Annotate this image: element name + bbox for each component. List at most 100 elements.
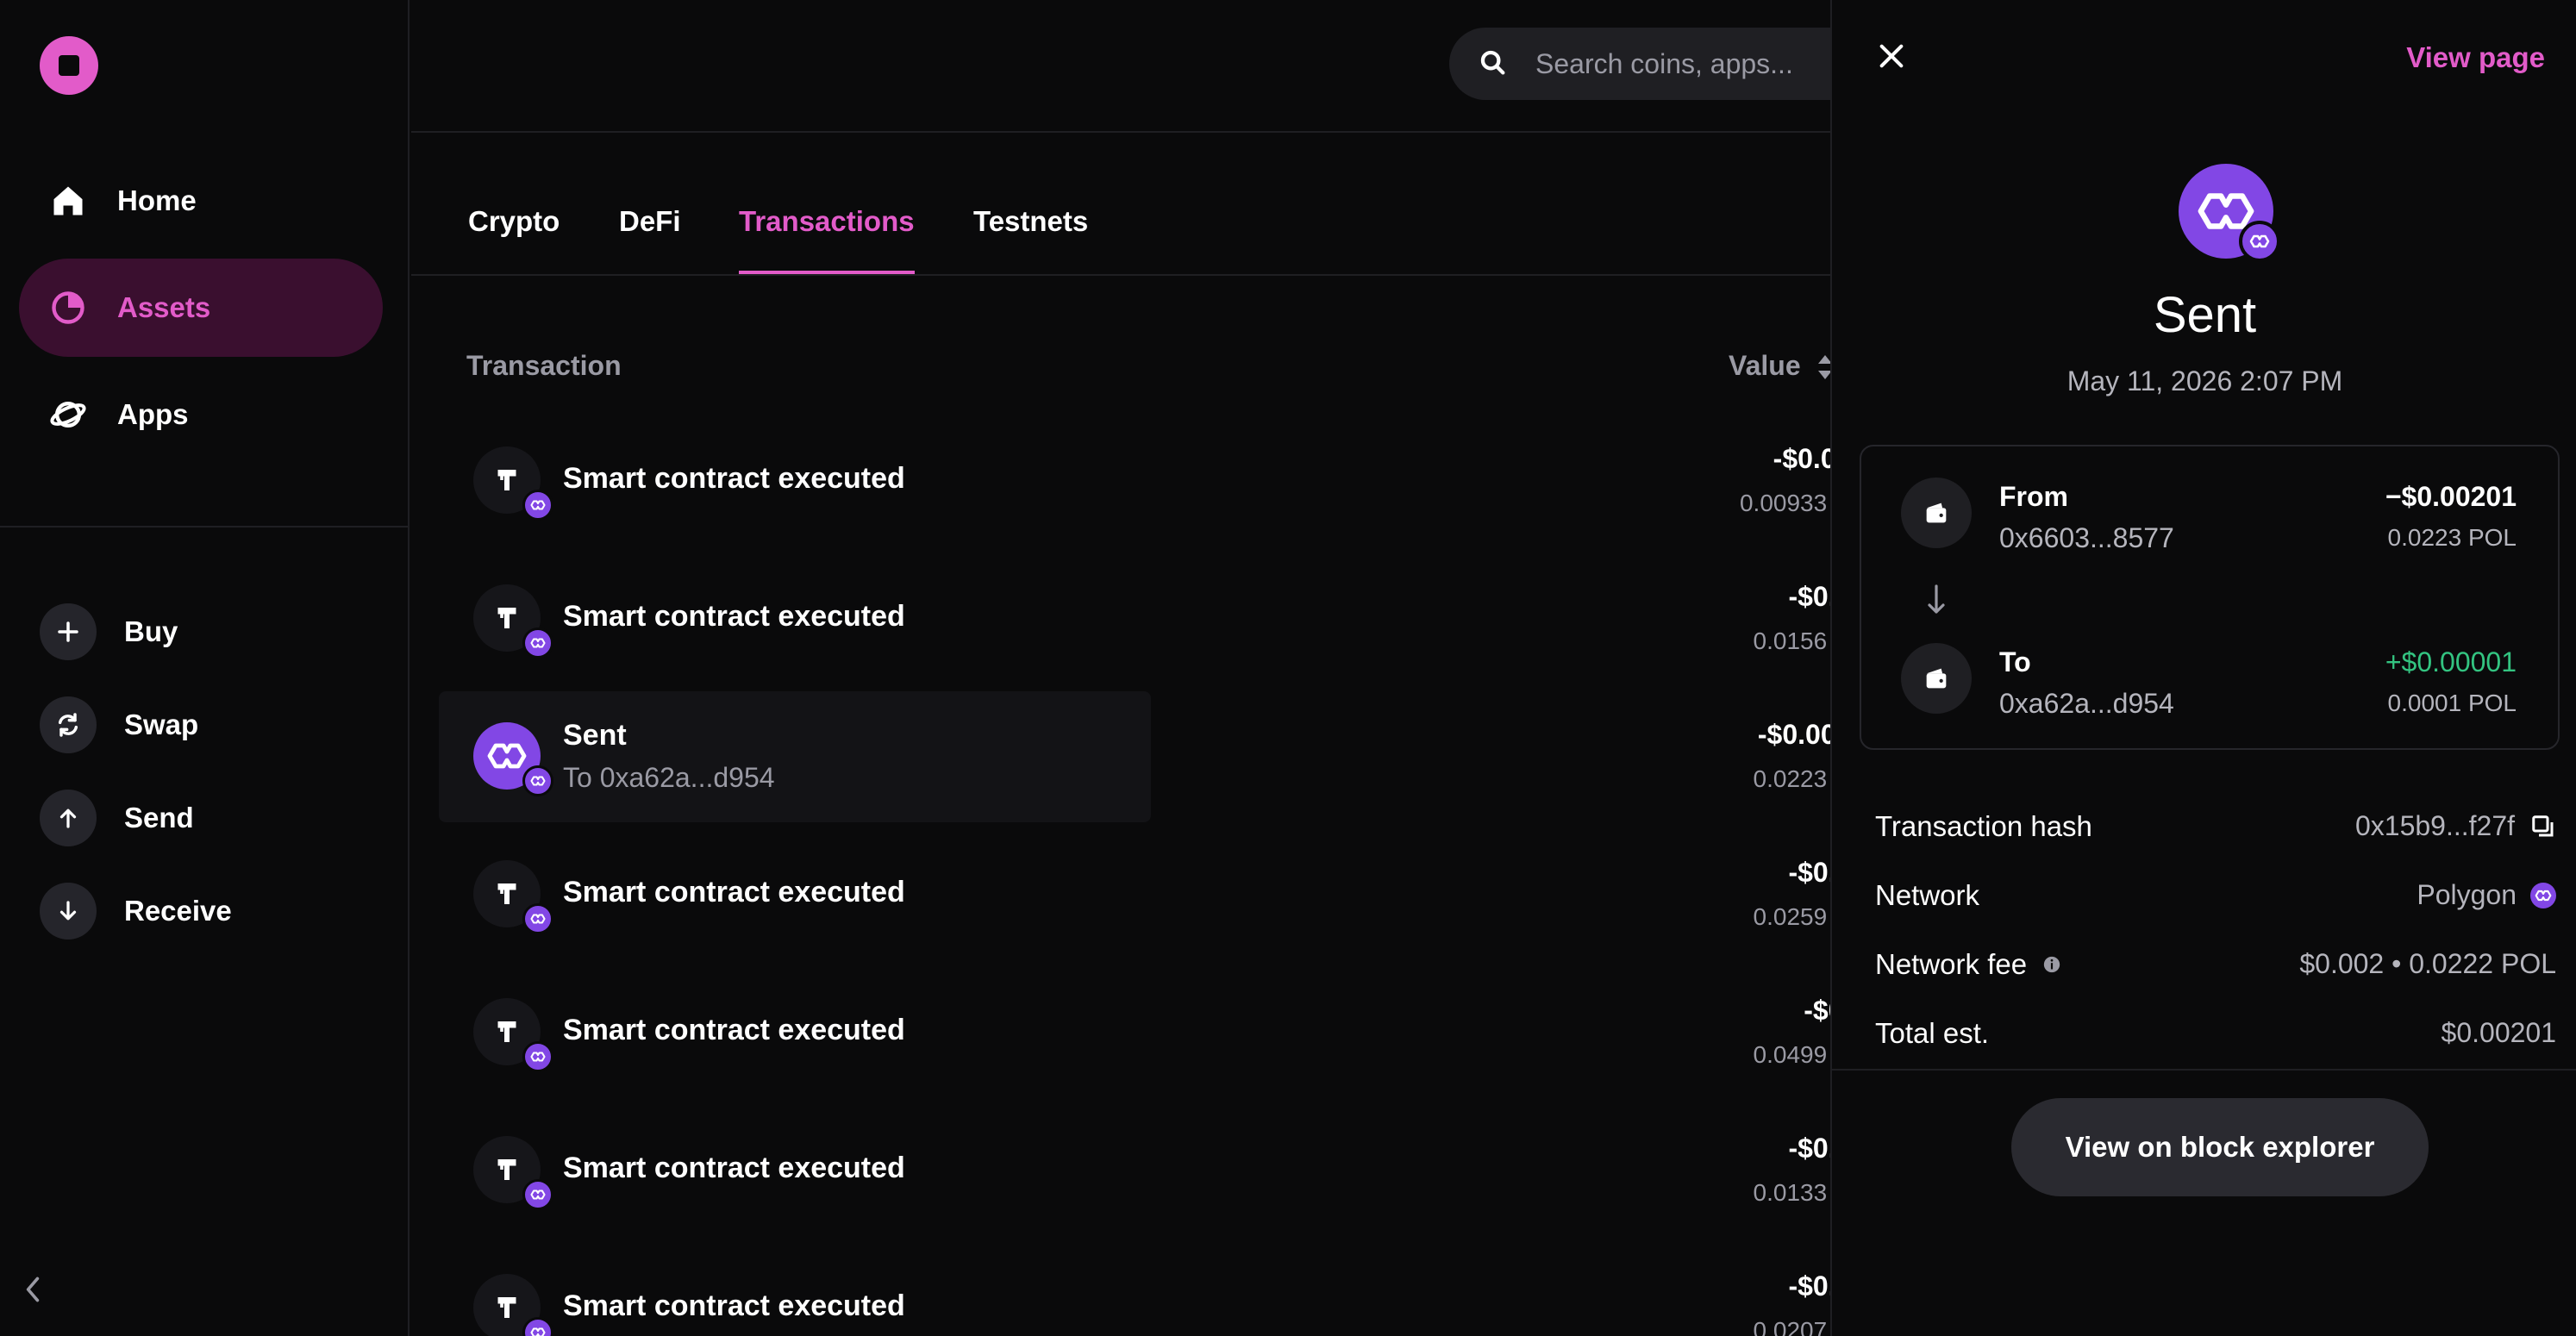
tab-testnets[interactable]: Testnets <box>973 205 1088 274</box>
from-label: From <box>1999 481 2068 512</box>
planet-icon <box>48 395 88 434</box>
transaction-title: Smart contract executed <box>563 462 905 495</box>
swap-label: Swap <box>124 709 199 740</box>
swap-icon <box>40 696 97 753</box>
from-value: −$0.00201 <box>2385 481 2517 512</box>
nav-home[interactable]: Home <box>19 152 383 250</box>
transaction-amount: 0.0207 POL <box>1753 1317 1830 1336</box>
nav-apps-label: Apps <box>117 398 189 430</box>
total-estimate-value: $0.00201 <box>2441 1017 2556 1048</box>
polygon-network-icon <box>522 627 553 659</box>
to-amount: 0.0001 POL <box>2387 690 2517 716</box>
transaction-title: Smart contract executed <box>563 1289 905 1322</box>
to-address[interactable]: 0xa62a...d954 <box>1999 688 2174 720</box>
home-icon <box>48 181 88 221</box>
nav-apps[interactable]: Apps <box>19 365 383 464</box>
column-header-transaction: Transaction <box>466 350 622 381</box>
from-address[interactable]: 0x6603...8577 <box>1999 522 2174 554</box>
to-value: +$0.00001 <box>2385 646 2517 677</box>
tab-transactions[interactable]: Transactions <box>739 205 915 274</box>
receive-button[interactable]: Receive <box>40 883 232 940</box>
network-label: Network <box>1875 879 1980 911</box>
network-fee-value: $0.002 • 0.0222 POL <box>2299 948 2556 979</box>
transaction-title: Smart contract executed <box>563 876 905 908</box>
transaction-detail-panel: View page Sent May 11, 2026 2:07 PM From… <box>1830 0 2576 1336</box>
transaction-hash-label: Transaction hash <box>1875 810 2092 842</box>
swap-button[interactable]: Swap <box>40 696 198 753</box>
copy-icon[interactable] <box>2530 814 2556 840</box>
transaction-title: Smart contract executed <box>563 1152 905 1184</box>
from-amount: 0.0223 POL <box>2387 524 2517 551</box>
buy-label: Buy <box>124 615 178 647</box>
transaction-title: Smart contract executed <box>563 1014 905 1046</box>
detail-title: Sent <box>2153 287 2257 343</box>
wallet-icon <box>1901 643 1972 714</box>
transaction-row[interactable]: Smart contract executed -$0.001 0.0156 POL <box>439 553 1830 684</box>
transaction-row[interactable]: Smart contract executed -$0.01 0.0499 POL <box>439 967 1830 1098</box>
transaction-value: -$0.0009 <box>1773 443 1830 474</box>
transaction-row[interactable]: Smart contract executed -$0.001 0.0133 POL <box>439 1105 1830 1236</box>
arrow-down-icon <box>1925 583 1948 617</box>
plus-icon <box>40 603 97 660</box>
detail-date: May 11, 2026 2:07 PM <box>2066 365 2343 396</box>
transaction-hash-value-group: 0x15b9...f27f <box>2355 810 2556 842</box>
transaction-row[interactable]: Smart contract executed -$0.0009 0.00933 P… <box>439 415 1830 546</box>
search-input[interactable] <box>1534 47 1830 81</box>
total-estimate-row: Total est. $0.00201 <box>1875 1017 2556 1060</box>
transaction-title: Smart contract executed <box>563 600 905 633</box>
nav-home-label: Home <box>117 184 197 216</box>
close-icon[interactable] <box>1877 41 1906 71</box>
view-page-link[interactable]: View page <box>2406 41 2545 74</box>
network-value: Polygon <box>2417 879 2517 910</box>
transaction-value: -$0.00201 <box>1757 719 1830 750</box>
transaction-row[interactable]: Smart contract executed -$0.002 0.0259 POL <box>439 829 1830 960</box>
column-header-value[interactable]: Value <box>1729 350 1801 382</box>
transaction-hash-value: 0x15b9...f27f <box>2354 810 2515 841</box>
transaction-amount: 0.0499 POL <box>1753 1041 1830 1068</box>
polygon-network-icon <box>2530 882 2556 908</box>
polygon-network-icon <box>522 903 553 934</box>
polygon-network-icon <box>522 765 553 796</box>
from-to-card: From 0x6603...8577 −$0.00201 0.0223 POL … <box>1860 445 2560 750</box>
transaction-amount: 0.00933 POL <box>1739 490 1830 516</box>
nav-assets[interactable]: Assets <box>19 259 383 357</box>
tab-crypto[interactable]: Crypto <box>468 205 560 274</box>
sidebar: Home Assets Apps Buy Swap Send Receive <box>0 0 410 1336</box>
transaction-amount: 0.0223 POL <box>1753 765 1830 792</box>
info-icon[interactable] <box>2042 955 2061 974</box>
transaction-subtitle: To 0xa62a...d954 <box>563 762 775 793</box>
network-row: Network Polygon <box>1875 879 2556 922</box>
search-bar[interactable] <box>1449 28 1830 100</box>
polygon-network-icon <box>522 1041 553 1072</box>
transaction-value: -$0.01 <box>1804 995 1830 1026</box>
buy-button[interactable]: Buy <box>40 603 178 660</box>
arrow-down-icon <box>40 883 97 940</box>
polygon-network-icon <box>2239 221 2280 262</box>
network-fee-label-group: Network fee <box>1875 948 2061 981</box>
transaction-value: -$0.002 <box>1788 1270 1830 1302</box>
view-on-block-explorer-button[interactable]: View on block explorer <box>2011 1098 2429 1196</box>
asset-tabs: Crypto DeFi Transactions Testnets <box>411 131 1830 276</box>
pie-chart-icon <box>48 288 88 328</box>
nav-assets-label: Assets <box>117 291 211 323</box>
transaction-row[interactable]: Sent To 0xa62a...d954 -$0.00201 0.0223 POL <box>439 691 1830 822</box>
transaction-amount: 0.0259 POL <box>1753 903 1830 930</box>
main-content: Crypto DeFi Transactions Testnets Transa… <box>411 0 1830 1336</box>
wallet-icon <box>1901 478 1972 548</box>
top-bar <box>411 0 1830 133</box>
transaction-hash-row: Transaction hash 0x15b9...f27f <box>1875 810 2556 853</box>
network-fee-label: Network fee <box>1875 948 2028 980</box>
sort-icon[interactable] <box>1816 353 1830 381</box>
tab-defi[interactable]: DeFi <box>619 205 681 274</box>
arrow-up-icon <box>40 790 97 846</box>
transaction-value: -$0.001 <box>1788 1133 1830 1164</box>
app-logo[interactable] <box>40 36 98 95</box>
send-label: Send <box>124 802 194 833</box>
polygon-network-icon <box>522 1317 553 1336</box>
transaction-row[interactable]: Smart contract executed -$0.002 0.0207 POL <box>439 1243 1830 1336</box>
collapse-sidebar-icon[interactable] <box>22 1274 48 1308</box>
send-button[interactable]: Send <box>40 790 194 846</box>
transaction-amount: 0.0156 POL <box>1753 627 1830 654</box>
network-fee-row: Network fee $0.002 • 0.0222 POL <box>1875 948 2556 991</box>
transaction-value: -$0.002 <box>1788 857 1830 888</box>
